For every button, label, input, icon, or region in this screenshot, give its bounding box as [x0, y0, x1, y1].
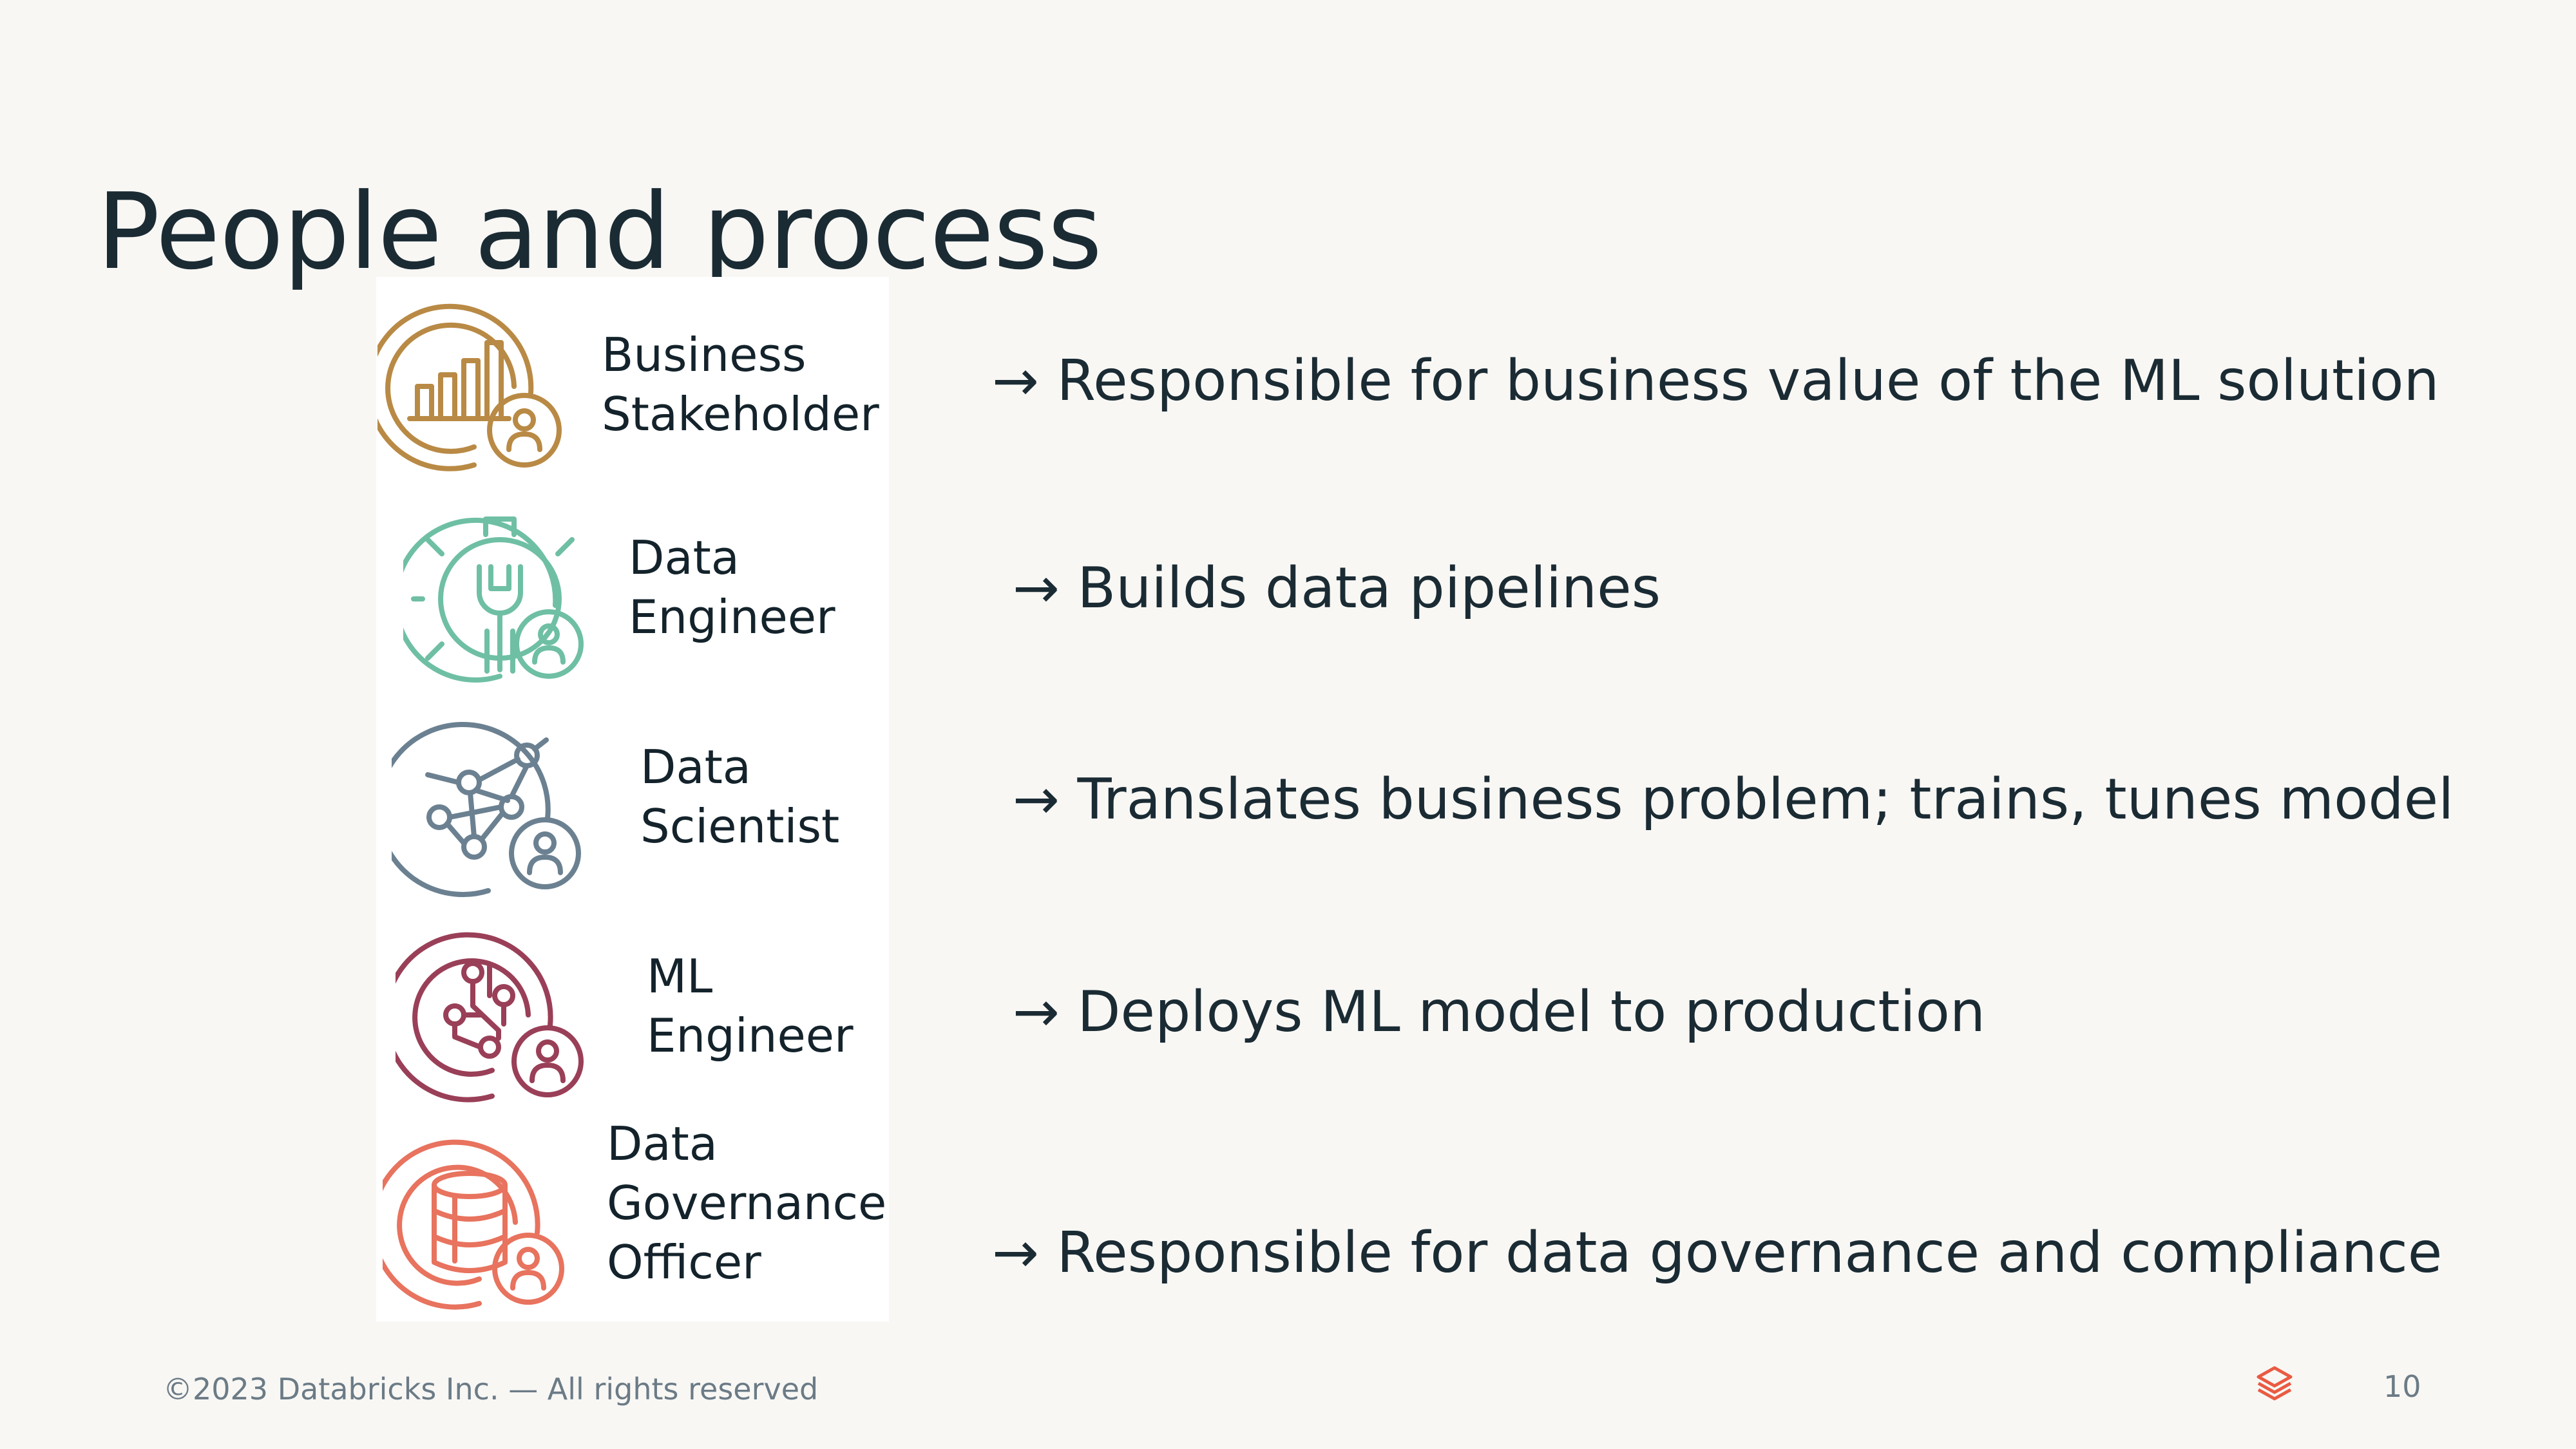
role-description: → Deploys ML model to production	[1013, 979, 1986, 1045]
copyright-footer: ©2023 Databricks Inc. — All rights reser…	[163, 1372, 819, 1406]
role-description: → Builds data pipelines	[1013, 555, 1661, 621]
role-data-engineer: Data Engineer	[376, 489, 889, 699]
role-description: → Translates business problem; trains, t…	[1013, 766, 2454, 832]
role-label: Data Engineer	[629, 531, 835, 644]
role-data-scientist: Data Scientist	[376, 699, 889, 908]
role-label: Data Governance Officer	[607, 1117, 887, 1289]
data-scientist-icon	[392, 710, 585, 904]
slide-title: People and process	[97, 171, 1102, 294]
role-label: ML Engineer	[647, 949, 854, 1063]
role-business-stakeholder: Business Stakeholder	[376, 277, 889, 489]
role-data-governance-officer: Data Governance Officer	[376, 1114, 889, 1321]
roles-panel: Business Stakeholder Data Engineer Data …	[376, 277, 889, 1321]
role-label: Data Scientist	[640, 740, 840, 853]
role-label: Business Stakeholder	[602, 328, 879, 441]
role-ml-engineer: ML Engineer	[376, 908, 889, 1114]
page-number: 10	[2383, 1369, 2421, 1404]
data-engineer-icon	[403, 502, 596, 696]
role-description: → Responsible for data governance and co…	[992, 1220, 2443, 1285]
role-description: → Responsible for business value of the …	[992, 348, 2439, 413]
business-stakeholder-icon	[377, 290, 571, 483]
data-governance-officer-icon	[383, 1126, 576, 1319]
databricks-logo-icon	[2255, 1364, 2295, 1406]
ml-engineer-icon	[396, 918, 589, 1112]
